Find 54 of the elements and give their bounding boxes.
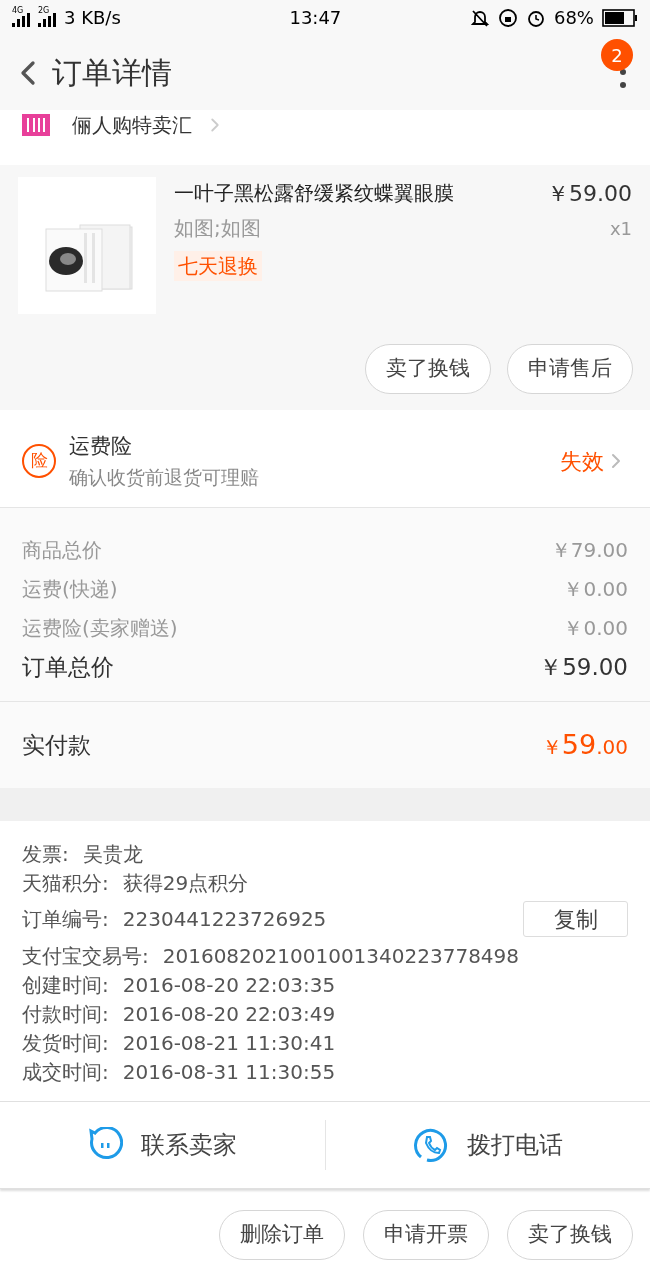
phone-icon xyxy=(412,1127,449,1163)
info-value: 获得29点积分 xyxy=(122,869,249,897)
insurance-title: 运费险 xyxy=(69,433,133,460)
product-spec: 如图;如图 xyxy=(174,215,262,242)
info-label: 天猫积分: xyxy=(22,869,109,897)
network-label: 2G xyxy=(38,6,50,15)
cost-label: 运费险(卖家赠送) xyxy=(22,614,178,642)
insurance-icon: 险 xyxy=(22,444,56,478)
order-action-button[interactable]: 卖了换钱 xyxy=(507,1210,633,1260)
info-label: 成交时间: xyxy=(22,1058,109,1086)
info-label: 支付宝交易号: xyxy=(22,942,149,970)
page-title: 订单详情 xyxy=(52,54,172,92)
cost-label: 运费(快递) xyxy=(22,575,118,603)
info-value: 2016-08-20 22:03:49 xyxy=(122,1000,336,1028)
shop-link[interactable]: 俪人购特卖汇 xyxy=(72,110,226,140)
product-name: 一叶子黑松露舒缓紧纹蝶翼眼膜 xyxy=(174,180,455,207)
order-action-button[interactable]: 删除订单 xyxy=(219,1210,345,1260)
info-value: 2016-08-20 22:03:35 xyxy=(122,971,336,999)
notification-badge: 2 xyxy=(601,39,633,71)
rotation-lock-icon xyxy=(497,7,518,28)
product-price: ￥59.00 xyxy=(547,180,632,208)
info-value: 2016-08-21 11:30:41 xyxy=(122,1029,336,1057)
insurance-subtitle: 确认收货前退货可理赔 xyxy=(69,464,259,490)
battery-icon xyxy=(602,8,638,27)
info-label: 创建时间: xyxy=(22,971,109,999)
action-button[interactable]: 卖了换钱 xyxy=(365,344,491,394)
contact-button[interactable]: 联系卖家 xyxy=(0,1120,325,1170)
info-label: 发票: xyxy=(22,840,69,868)
cost-value: ￥0.00 xyxy=(563,614,628,642)
cost-value: ￥0.00 xyxy=(563,575,628,603)
info-value: 吴贵龙 xyxy=(82,840,143,868)
info-value: 2016-08-31 11:30:55 xyxy=(122,1058,336,1086)
info-label: 付款时间: xyxy=(22,1000,109,1028)
order-total-label: 订单总价 xyxy=(22,652,114,682)
order-total-value: ￥59.00 xyxy=(539,652,628,682)
contact-button[interactable]: 拨打电话 xyxy=(324,1120,650,1170)
cost-value: ￥79.00 xyxy=(550,536,628,564)
network-speed: 3 KB/s xyxy=(64,6,121,30)
paid-label: 实付款 xyxy=(22,730,91,760)
info-value: 2016082021001001340223778498 xyxy=(162,942,520,970)
paid-amount: ￥59.00 xyxy=(541,727,628,762)
network-label: 4G xyxy=(12,6,24,15)
clock: 13:47 xyxy=(289,6,342,30)
order-action-button[interactable]: 申请开票 xyxy=(363,1210,489,1260)
info-label: 订单编号: xyxy=(22,906,109,933)
shop-logo-icon xyxy=(22,114,50,136)
copy-button[interactable]: 复制 xyxy=(523,901,628,937)
action-button[interactable]: 申请售后 xyxy=(507,344,633,394)
info-label: 发货时间: xyxy=(22,1029,109,1057)
cost-label: 商品总价 xyxy=(22,536,102,564)
info-value: 2230441223726925 xyxy=(122,906,327,933)
product-quantity: x1 xyxy=(609,217,632,241)
battery-percent: 68% xyxy=(553,6,594,30)
return-tag: 七天退换 xyxy=(174,251,262,281)
